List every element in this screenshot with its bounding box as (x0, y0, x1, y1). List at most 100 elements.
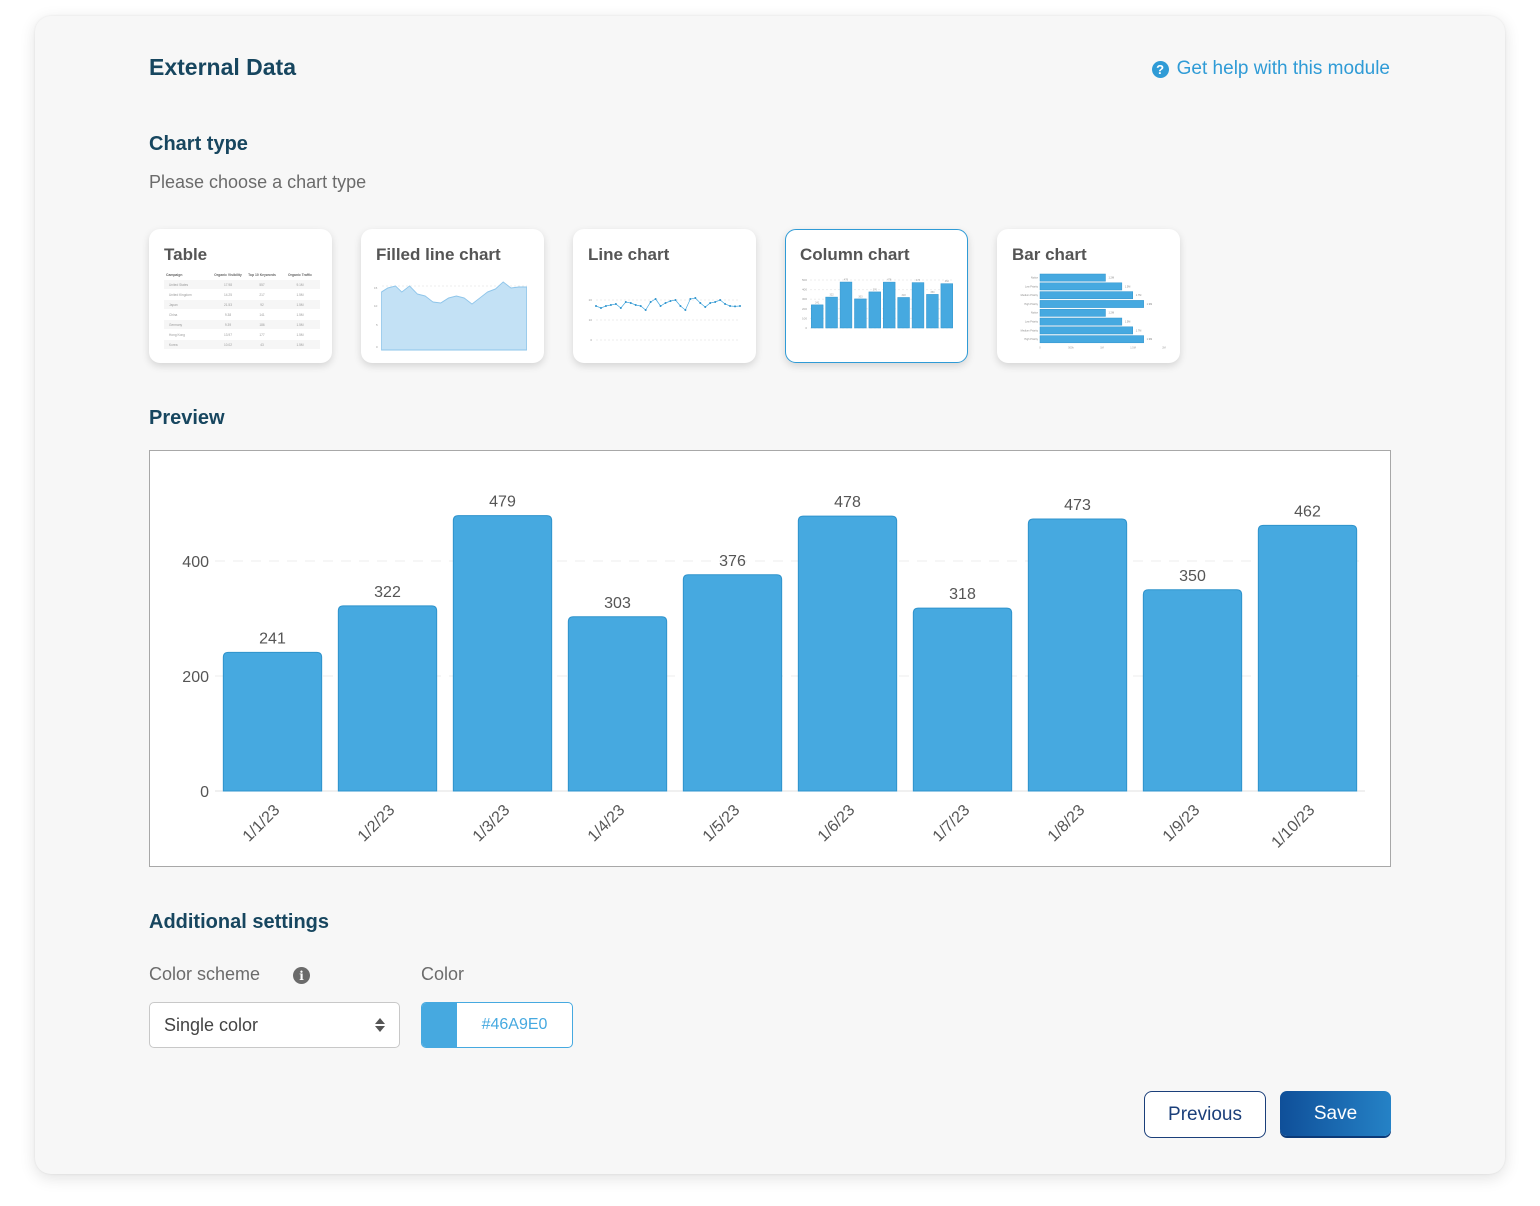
thumb-bar (1039, 300, 1144, 308)
thumb-point (719, 299, 722, 301)
thumb-table-header: Top 10 Keywords (248, 273, 276, 277)
thumb-table-cell: 1.5M (296, 343, 303, 347)
thumb-point (694, 297, 697, 299)
question-circle-icon: ? (1151, 60, 1169, 78)
thumb-column (854, 298, 867, 329)
column-bar[interactable] (1142, 589, 1243, 792)
thumb-bar-label: 1.9M (1147, 338, 1153, 341)
thumb-table-cell: Korea (169, 343, 178, 347)
line-thumbnail: 0 10 20 (589, 297, 741, 342)
data-label: 350 (1179, 568, 1206, 585)
color-label: Color (421, 964, 465, 984)
thumb-category: Notice (1031, 312, 1039, 315)
thumb-point (739, 305, 741, 307)
color-scheme-select[interactable]: Single color (149, 1002, 400, 1048)
save-button[interactable]: Save (1280, 1091, 1391, 1136)
thumb-table-cell: 1.5M (296, 313, 303, 317)
page-title: External Data (149, 54, 297, 80)
thumb-point (644, 309, 647, 311)
color-scheme-label: Color scheme (149, 964, 261, 984)
thumb-bar (1039, 317, 1123, 326)
thumb-area (381, 281, 527, 351)
thumb-data-label: 350 (930, 291, 935, 294)
thumb-point (634, 304, 637, 306)
thumb-x-tick: 1.5M (1130, 346, 1136, 349)
thumb-data-label: 479 (844, 279, 849, 282)
thumb-table-cell: 92 (260, 303, 264, 307)
x-tick-label: 1/3/23 (470, 802, 514, 846)
chart-type-table[interactable]: Table Campaign Organic Visibility Top 10 K… (149, 229, 332, 363)
chart-preview: 0 200 400 241 1/1/23 322 1/2/23 479 1/3/23 303 1/4… (149, 450, 1391, 867)
thumb-point (595, 305, 597, 307)
color-hex-value[interactable]: #46A9E0 (457, 1003, 572, 1047)
thumb-point (664, 302, 667, 304)
thumb-data-label: 478 (887, 279, 892, 282)
thumb-table-cell: 43 (260, 343, 264, 347)
table-thumbnail: Campaign Organic Visibility Top 10 Keyword… (164, 273, 320, 349)
chart-type-column[interactable]: Column chart 0 100 200 300 400 500 241 322 479 30… (785, 229, 968, 363)
column-bar[interactable] (452, 515, 553, 792)
help-link[interactable]: ? Get help with this module (1151, 58, 1390, 80)
thumb-point (689, 298, 692, 300)
thumb-table-cell: 9.38 (225, 313, 231, 317)
column-bar[interactable] (1257, 524, 1358, 792)
additional-settings-heading: Additional settings (149, 911, 329, 933)
thumb-bar-label: 1.7M (1136, 294, 1142, 297)
thumb-x-tick: 1M (1100, 346, 1103, 349)
x-tick-label: 1/8/23 (1045, 802, 1089, 846)
column-bar[interactable] (1027, 518, 1128, 792)
previous-button[interactable]: Previous (1144, 1091, 1266, 1138)
thumb-point (669, 300, 672, 302)
column-bar[interactable] (682, 574, 783, 792)
thumb-y-tick: 0 (590, 338, 592, 342)
thumb-table-cell: China (169, 313, 178, 317)
thumb-bar (1039, 308, 1106, 317)
chart-type-line[interactable]: Line chart 0 10 20 (573, 229, 756, 363)
card-label: Line chart (588, 245, 670, 264)
thumb-point (729, 305, 732, 307)
thumb-column (825, 296, 838, 329)
column-bar[interactable] (222, 651, 323, 792)
data-label: 478 (834, 494, 861, 511)
thumb-table-cell: 14.25 (224, 293, 232, 297)
chart-type-instructions: Please choose a chart type (149, 172, 367, 192)
thumb-point (619, 307, 622, 309)
thumb-point (629, 302, 632, 304)
thumb-point (659, 305, 662, 307)
color-picker-input[interactable]: #46A9E0 (421, 1002, 573, 1048)
column-bar[interactable] (567, 616, 668, 792)
thumb-point (674, 299, 677, 301)
thumb-data-label: 376 (873, 288, 878, 291)
thumb-category: High Priority (1024, 303, 1038, 306)
x-tick-label: 1/7/23 (930, 802, 974, 846)
thumb-category: Medium Priority (1021, 329, 1039, 332)
thumb-bar (1039, 291, 1134, 300)
help-link-label: Get help with this module (1176, 58, 1390, 79)
column-bar[interactable] (337, 605, 438, 792)
y-tick-label: 200 (182, 669, 209, 686)
chart-type-bar[interactable]: Bar chart 0 500k 1M 1.5M 2M Notice 1.2M Low Pri… (997, 229, 1180, 363)
column-bar[interactable] (797, 515, 898, 792)
thumb-table-cell: 141 (259, 313, 265, 317)
chart-type-filled-line[interactable]: Filled line chart 15 10 5 0 (361, 229, 544, 363)
thumb-table-cell: 217 (259, 293, 265, 297)
thumb-yticks: 15 10 5 0 (374, 286, 378, 349)
info-circle-icon[interactable]: i (293, 967, 310, 984)
color-swatch[interactable] (422, 1003, 457, 1047)
thumb-y-tick: 300 (802, 297, 807, 301)
thumb-point (704, 306, 707, 308)
select-arrows-icon (375, 1018, 385, 1032)
thumb-table-cell: 557 (259, 283, 265, 287)
data-label: 376 (719, 553, 746, 570)
card-label: Filled line chart (376, 245, 501, 264)
thumb-point (654, 298, 657, 300)
thumb-y-tick: 100 (802, 316, 807, 320)
thumb-data-label: 303 (858, 295, 863, 298)
thumb-x-tick: 0 (1039, 346, 1041, 349)
thumb-bar-label: 1.5M (1125, 321, 1131, 324)
thumb-point (649, 301, 652, 303)
thumb-y-tick: 0 (805, 326, 807, 330)
filled-line-thumbnail: 15 10 5 0 (374, 281, 527, 351)
column-bar[interactable] (912, 607, 1013, 792)
thumb-point (609, 304, 612, 306)
